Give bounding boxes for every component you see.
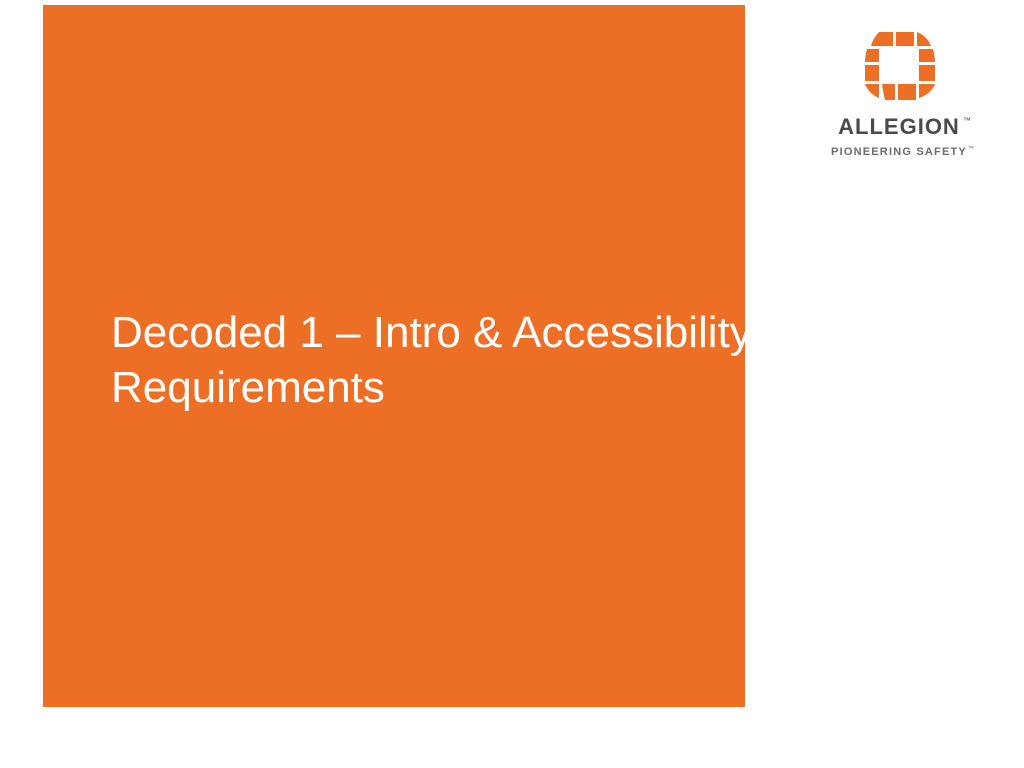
brand-tagline-text: PIONEERING SAFETY [831, 146, 967, 158]
brand-logo: ALLEGION ™ PIONEERING SAFETY ™ [814, 32, 984, 158]
title-block: Decoded 1 – Intro & Accessibility Requir… [43, 5, 745, 707]
allegion-logo-icon [861, 32, 937, 102]
brand-name-text: ALLEGION [838, 114, 960, 139]
brand-name: ALLEGION ™ [838, 114, 960, 140]
trademark-symbol: ™ [968, 146, 975, 152]
slide: Decoded 1 – Intro & Accessibility Requir… [0, 0, 1024, 768]
slide-title: Decoded 1 – Intro & Accessibility Requir… [111, 305, 761, 415]
trademark-symbol: ™ [963, 116, 972, 125]
brand-tagline: PIONEERING SAFETY ™ [831, 146, 967, 158]
